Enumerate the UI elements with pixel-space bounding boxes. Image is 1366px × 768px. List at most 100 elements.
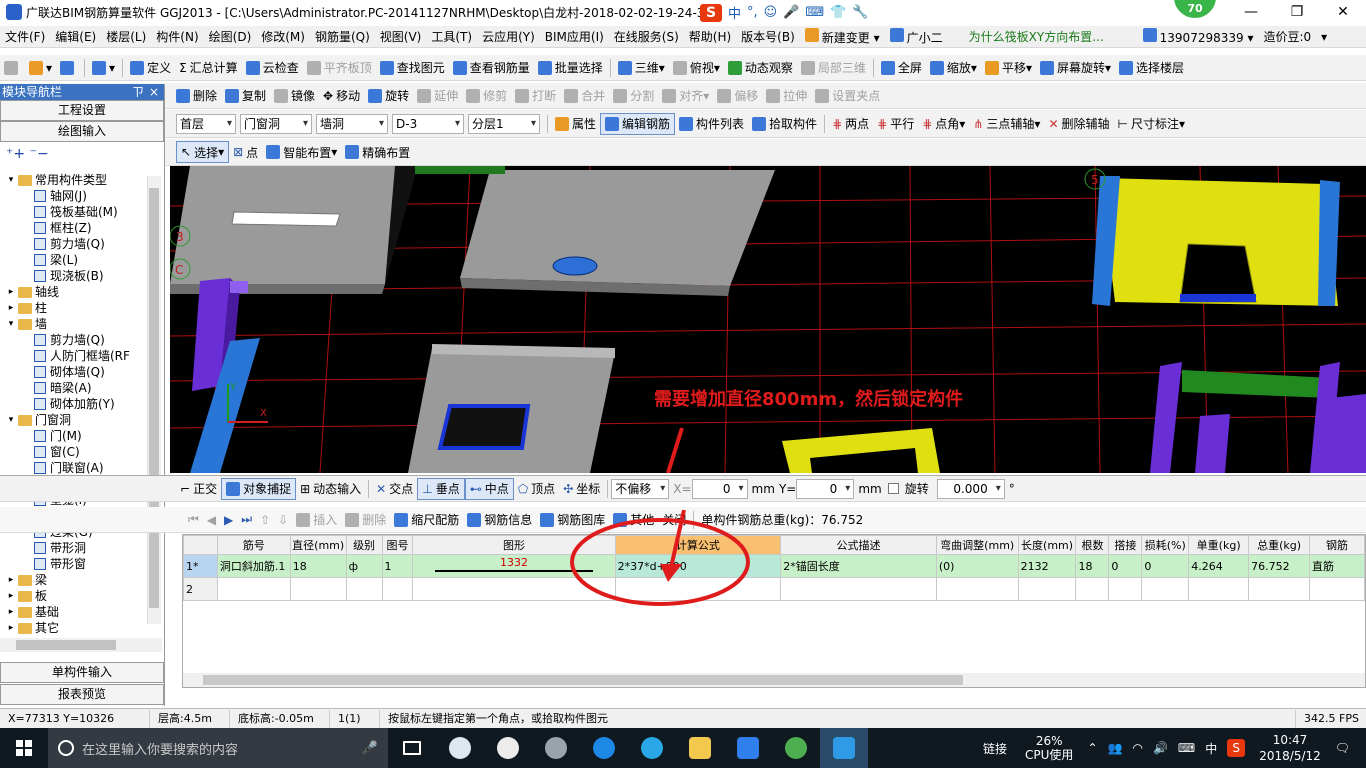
minimize-button[interactable]: — — [1228, 0, 1274, 24]
cloud-check-button[interactable]: 云检查 — [242, 57, 303, 79]
point-button[interactable]: ⊠ 点 — [229, 141, 262, 163]
tree-item[interactable]: 筏板基础(M) — [0, 204, 164, 220]
tree-item[interactable]: 窗(C) — [0, 444, 164, 460]
cell-name[interactable] — [216, 577, 291, 601]
properties-button[interactable]: 属性 — [551, 113, 600, 135]
pick-component-button[interactable]: 拾取构件 — [748, 113, 821, 135]
type-select[interactable]: 墙洞 — [316, 113, 388, 134]
keyboard-tray-icon[interactable]: ⌨ — [1178, 741, 1195, 755]
extend-button[interactable]: 延伸 — [413, 85, 462, 107]
project-settings-button[interactable]: 工程设置 — [0, 100, 164, 121]
close-rebar-button[interactable]: 关闭 — [658, 509, 690, 531]
cell-formula[interactable]: 2*37*d+800 — [614, 554, 782, 578]
cell-total_w[interactable] — [1248, 577, 1311, 601]
tree-item[interactable]: 人防门框墙(RF — [0, 348, 164, 364]
parallel-button[interactable]: ⋕ 平行 — [873, 113, 918, 135]
expand-all-icon[interactable]: ⁺+ — [6, 146, 25, 162]
tree-folder[interactable]: ▸ 梁 — [0, 572, 164, 588]
first-record-button[interactable]: ⏮ — [184, 509, 203, 531]
next-record-button[interactable]: ▶ — [220, 509, 237, 531]
cell-dia[interactable]: 18 — [289, 554, 347, 578]
expand-collapse-all[interactable]: ⁺+ ⁻− — [0, 142, 164, 168]
table-row[interactable]: 1* 洞口斜加筋.1 18 ф 1 1332 2*37*d+800 2*锚固长度 (0) 2132… — [183, 554, 1365, 578]
menu-rebar-qty[interactable]: 钢筋量(Q) — [310, 28, 375, 45]
cell-loss[interactable] — [1141, 577, 1190, 601]
column-header[interactable]: 计算公式 — [614, 535, 782, 555]
sogou-tray-icon[interactable]: S — [1227, 739, 1246, 757]
precise-layout-button[interactable]: 精确布置 — [341, 141, 414, 163]
column-header[interactable]: 损耗(%) — [1141, 535, 1190, 555]
pan-button[interactable]: 平移 ▾ — [981, 57, 1036, 79]
midpoint-snap-button[interactable]: ⊷ 中点 — [464, 477, 514, 500]
align-slab-top-button[interactable]: 平齐板顶 — [303, 57, 376, 79]
cell-loss[interactable]: 0 — [1141, 554, 1190, 578]
microphone-icon[interactable]: 🎤 — [362, 741, 378, 756]
find-element-button[interactable]: 查找图元 — [376, 57, 449, 79]
table-hscroll-thumb[interactable] — [203, 675, 963, 685]
orbit-button[interactable]: 动态观察 — [724, 57, 797, 79]
expand-icon[interactable]: ▸ — [6, 588, 16, 604]
maximize-button[interactable]: ❐ — [1274, 0, 1320, 24]
expand-icon[interactable]: ▸ — [6, 300, 16, 316]
offset-select[interactable]: 不偏移 — [611, 478, 670, 499]
ie-old-button[interactable] — [484, 728, 532, 768]
ime-toolbar[interactable]: S 中 °, ☺ 🎤 ⌨ 👕 🔧 — [700, 3, 869, 22]
panel-close-icon[interactable]: × — [149, 84, 159, 100]
tools-icon[interactable]: 🔧 — [852, 5, 868, 20]
collapse-all-icon[interactable]: ⁻− — [30, 146, 49, 162]
column-header[interactable]: 弯曲调整(mm) — [935, 535, 1019, 555]
open-file-button[interactable]: ▾ — [25, 57, 56, 79]
menu-floor[interactable]: 楼层(L) — [101, 28, 151, 45]
scale-rebar-button[interactable]: 缩尺配筋 — [390, 509, 463, 531]
insert-button[interactable]: 插入 — [292, 509, 341, 531]
three-point-axis-button[interactable]: ⋔ 三点辅轴 ▾ — [969, 113, 1044, 135]
rotate-checkbox[interactable] — [887, 483, 899, 494]
cell-dia[interactable] — [289, 577, 347, 601]
select-floor-button[interactable]: 选择楼层 — [1115, 57, 1188, 79]
tree-item[interactable]: 门(M) — [0, 428, 164, 444]
notification-icon[interactable]: 🗨 — [1335, 741, 1350, 755]
delete-row-button[interactable]: 删除 — [341, 509, 390, 531]
fullscreen-button[interactable]: 全屏 — [877, 57, 926, 79]
menu-edit[interactable]: 编辑(E) — [50, 28, 101, 45]
cell-type[interactable] — [1309, 577, 1365, 601]
tree-item[interactable]: 砌体墙(Q) — [0, 364, 164, 380]
glodon-rebar-button[interactable] — [820, 728, 868, 768]
cell-total_w[interactable]: 76.752 — [1248, 554, 1311, 578]
select-button[interactable]: ↖ 选择 ▾ — [176, 141, 230, 163]
3d-button[interactable]: 三维 ▾ — [614, 57, 669, 79]
undo-button[interactable]: ▾ — [88, 57, 119, 79]
column-header[interactable]: 根数 — [1075, 535, 1110, 555]
tray-link[interactable]: 链接 — [983, 740, 1007, 757]
delete-axis-button[interactable]: ✕ 删除辅轴 — [1044, 113, 1113, 135]
tree-item[interactable]: 轴网(J) — [0, 188, 164, 204]
tree-folder[interactable]: ▸ 板 — [0, 588, 164, 604]
people-icon[interactable]: 👥 — [1108, 741, 1123, 755]
perpendicular-snap-button[interactable]: ⊥ 垂点 — [417, 477, 465, 500]
column-header[interactable]: 长度(mm) — [1017, 535, 1077, 555]
cpu-meter[interactable]: 26% CPU使用 — [1025, 734, 1073, 762]
single-component-input-button[interactable]: 单构件输入 — [0, 662, 164, 683]
tree-hscroll-thumb[interactable] — [16, 640, 116, 650]
cell-shape[interactable]: 1332 — [412, 554, 616, 578]
ime-lang[interactable]: 中 — [728, 3, 741, 22]
cell-desc[interactable] — [780, 577, 937, 601]
menu-tools[interactable]: 工具(T) — [426, 28, 477, 45]
tree-item[interactable]: 剪力墙(Q) — [0, 332, 164, 348]
other-button[interactable]: 其他 — [609, 509, 658, 531]
skin-icon[interactable]: 👕 — [830, 5, 846, 20]
wifi-icon[interactable]: ◠ — [1132, 741, 1142, 755]
cell-fig[interactable] — [381, 577, 414, 601]
collapse-icon[interactable]: ▾ — [6, 316, 16, 332]
x-input[interactable]: 0 — [691, 478, 748, 499]
cell-unit_w[interactable] — [1188, 577, 1250, 601]
edit-rebar-button[interactable]: 编辑钢筋 — [600, 112, 676, 135]
close-button[interactable]: ✕ — [1320, 0, 1366, 24]
cell-formula[interactable] — [614, 577, 782, 601]
split-button[interactable]: 分割 — [609, 85, 658, 107]
point-angle-button[interactable]: ⋕ 点角 ▾ — [918, 113, 969, 135]
cell-name[interactable]: 洞口斜加筋.1 — [216, 554, 291, 578]
pin-icon[interactable]: ㄗ — [132, 84, 144, 100]
cell-fig[interactable]: 1 — [381, 554, 414, 578]
expand-icon[interactable]: ▸ — [6, 604, 16, 620]
